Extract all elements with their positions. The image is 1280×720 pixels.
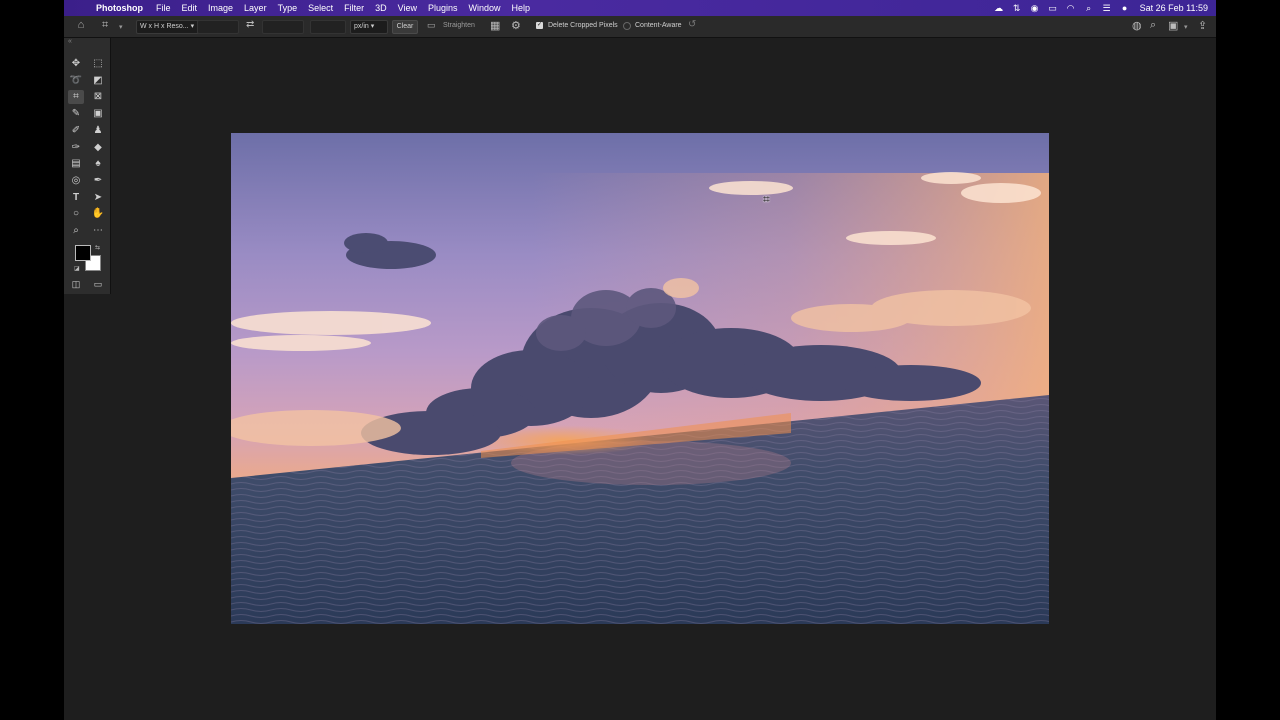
- menubar-status-area: ☁ ⇅ ◉ ▭ ◠ ⌕ ☰ ● Sat 26 Feb 11:59: [990, 3, 1208, 14]
- search-icon[interactable]: ⌕: [1150, 19, 1156, 32]
- pen-tool-icon[interactable]: ✒: [90, 174, 106, 188]
- home-icon[interactable]: ⌂: [74, 19, 88, 33]
- object-select-tool-icon[interactable]: ◩: [90, 74, 106, 88]
- menu-select[interactable]: Select: [308, 3, 333, 13]
- reset-icon[interactable]: ↺: [688, 19, 696, 30]
- profile-icon[interactable]: ◍: [1132, 19, 1142, 32]
- macos-menubar: Photoshop File Edit Image Layer Type Sel…: [64, 0, 1216, 16]
- menu-type[interactable]: Type: [278, 3, 298, 13]
- eraser-tool-icon[interactable]: ◆: [90, 141, 106, 155]
- lasso-tool-icon[interactable]: ➰: [68, 74, 84, 88]
- marquee-tool-icon[interactable]: ⬚: [90, 57, 106, 71]
- menu-file[interactable]: File: [156, 3, 171, 13]
- sunset-photo: [231, 133, 1049, 624]
- crop-height-field[interactable]: [262, 20, 304, 34]
- workspace-icon[interactable]: ▣: [1168, 19, 1178, 32]
- eyedropper-tool-icon[interactable]: ✎: [68, 107, 84, 121]
- straighten-button[interactable]: Straighten: [443, 22, 475, 29]
- swap-colors-icon[interactable]: ⇆: [95, 244, 100, 251]
- sync-icon[interactable]: ⇅: [1008, 3, 1026, 14]
- options-bar: ⌂ ⌗ ▾ W x H x Reso... ▾ ⇄ px/in ▾ Clear …: [64, 16, 1216, 38]
- clone-stamp-tool-icon[interactable]: ♟: [90, 124, 106, 138]
- siri-icon[interactable]: ●: [1116, 3, 1134, 13]
- gradient-tool-icon[interactable]: ▤: [68, 157, 84, 171]
- record-icon[interactable]: ◉: [1026, 3, 1044, 14]
- overlay-grid-icon[interactable]: ▦: [490, 19, 500, 32]
- path-select-tool-icon[interactable]: ➤: [90, 191, 106, 205]
- menu-edit[interactable]: Edit: [182, 3, 198, 13]
- delete-cropped-label: Delete Cropped Pixels: [548, 22, 618, 29]
- control-center-icon[interactable]: ☰: [1098, 3, 1116, 14]
- menu-3d[interactable]: 3D: [375, 3, 387, 13]
- menu-filter[interactable]: Filter: [344, 3, 364, 13]
- swap-dimensions-icon[interactable]: ⇄: [246, 19, 254, 30]
- move-tool-icon[interactable]: ✥: [68, 57, 84, 71]
- straighten-icon[interactable]: ▭: [427, 20, 436, 31]
- shape-tool-icon[interactable]: ○: [68, 207, 84, 221]
- zoom-tool-icon[interactable]: ⌕: [68, 224, 84, 238]
- blur-tool-icon[interactable]: ♠: [90, 157, 106, 171]
- menu-layer[interactable]: Layer: [244, 3, 267, 13]
- history-brush-tool-icon[interactable]: ✑: [68, 141, 84, 155]
- dodge-tool-icon[interactable]: ◎: [68, 174, 84, 188]
- content-aware-label: Content-Aware: [635, 22, 682, 29]
- type-tool-icon[interactable]: T: [68, 191, 84, 205]
- resolution-units-value: px/in: [354, 23, 369, 30]
- crop-ratio-select[interactable]: W x H x Reso... ▾: [136, 20, 200, 34]
- menu-view[interactable]: View: [398, 3, 417, 13]
- search-icon[interactable]: ⌕: [1080, 3, 1098, 14]
- frame-tool-icon[interactable]: ⊠: [90, 90, 106, 104]
- gear-icon[interactable]: ⚙: [511, 19, 521, 32]
- menu-window[interactable]: Window: [469, 3, 501, 13]
- hand-tool-icon[interactable]: ✋: [90, 207, 106, 221]
- battery-icon[interactable]: ▭: [1044, 3, 1062, 14]
- crop-width-field[interactable]: [197, 20, 239, 34]
- wifi-icon[interactable]: ◠: [1062, 3, 1080, 14]
- foreground-color-swatch[interactable]: [75, 245, 91, 261]
- menubar-clock[interactable]: Sat 26 Feb 11:59: [1140, 3, 1208, 13]
- document-canvas[interactable]: [231, 133, 1049, 624]
- menu-help[interactable]: Help: [512, 3, 531, 13]
- share-icon[interactable]: ⇪: [1198, 19, 1207, 32]
- resolution-units-select[interactable]: px/in ▾: [350, 20, 388, 34]
- delete-cropped-checkbox[interactable]: ✓: [536, 22, 543, 29]
- screen-mode-icon[interactable]: ▭: [90, 277, 106, 291]
- crop-resolution-field[interactable]: [310, 20, 346, 34]
- chevron-down-icon[interactable]: ▾: [1184, 23, 1188, 31]
- content-aware-checkbox[interactable]: [623, 22, 631, 30]
- collapse-panel-icon[interactable]: «: [68, 38, 72, 45]
- more-tools-icon[interactable]: ⋯: [90, 224, 106, 238]
- menu-image[interactable]: Image: [208, 3, 233, 13]
- menu-plugins[interactable]: Plugins: [428, 3, 458, 13]
- crop-ratio-value: W x H x Reso...: [140, 23, 189, 30]
- chevron-down-icon[interactable]: ▾: [119, 23, 123, 31]
- quick-mask-icon[interactable]: ◫: [68, 277, 84, 291]
- creative-cloud-icon[interactable]: ☁: [990, 3, 1008, 14]
- brush-tool-icon[interactable]: ✐: [68, 124, 84, 138]
- crop-cursor-icon: ⌗: [763, 192, 770, 206]
- crop-tool-icon[interactable]: ⌗: [68, 90, 84, 104]
- healing-brush-tool-icon[interactable]: ▣: [90, 107, 106, 121]
- crop-tool-preset-icon[interactable]: ⌗: [102, 19, 108, 32]
- menu-app-name[interactable]: Photoshop: [96, 3, 143, 13]
- clear-button[interactable]: Clear: [392, 20, 418, 34]
- default-colors-icon[interactable]: ◪: [74, 265, 80, 272]
